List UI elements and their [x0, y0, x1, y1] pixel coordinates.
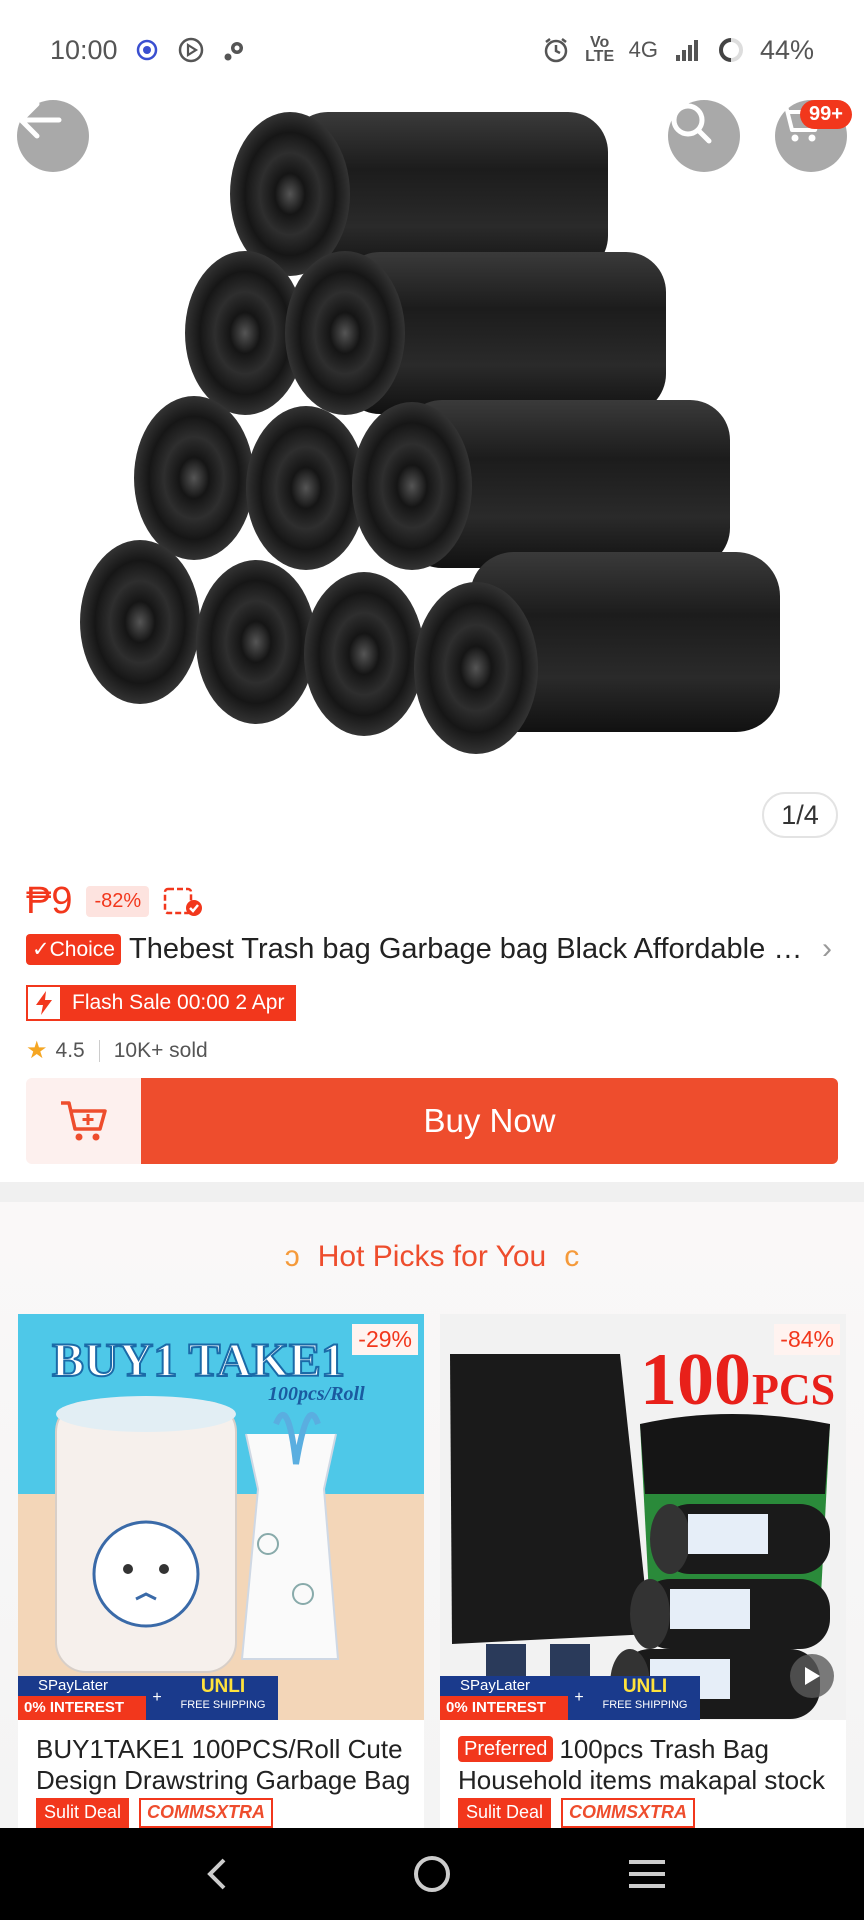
product-card-image: BUY1 TAKE1 100pcs/Roll	[18, 1314, 424, 1720]
svg-text:100pcs/Roll: 100pcs/Roll	[268, 1383, 365, 1405]
battery-icon	[716, 35, 746, 65]
product-title: Thebest Trash bag Garbage bag Black Affo…	[128, 932, 814, 965]
flash-sale-text: Flash Sale 00:00 2 Apr	[62, 986, 295, 1020]
flash-sale-banner[interactable]: Flash Sale 00:00 2 Apr	[26, 985, 297, 1021]
back-arrow-icon	[18, 101, 62, 139]
product-card-image: 100 PCS	[440, 1314, 846, 1720]
lightning-icon	[28, 986, 62, 1020]
card-discount: -84%	[774, 1324, 840, 1355]
product-card[interactable]: 100 PCS -84% SPayLater 0% INTEREST + UNL…	[440, 1314, 846, 1828]
commsxtra-tag: COMMSXTRA	[561, 1798, 696, 1828]
hot-picks-header: ↄ Hot Picks for You c	[0, 1240, 864, 1274]
unli-label: UNLI	[200, 1676, 246, 1697]
system-nav-bar	[0, 1828, 864, 1920]
paylater-label: SPayLater	[460, 1677, 531, 1694]
play-notification-icon	[176, 35, 206, 65]
network-type: 4G	[628, 37, 658, 62]
settings-notification-icon	[220, 35, 250, 65]
interest-label: 0% INTEREST	[18, 1696, 146, 1720]
svg-text:PCS: PCS	[752, 1365, 835, 1414]
swirl-left-icon: ↄ	[284, 1240, 300, 1273]
app-notification-icon	[132, 35, 162, 65]
paylater-label: SPayLater	[38, 1677, 109, 1694]
nav-recents-button[interactable]	[617, 1844, 677, 1904]
free-shipping-label: FREE SHIPPING	[602, 1699, 688, 1711]
product-price: ₱9	[26, 880, 73, 922]
swirl-right-icon: c	[564, 1240, 580, 1273]
status-time: 10:00	[50, 34, 118, 65]
nav-back-icon	[207, 1858, 226, 1890]
unli-label: UNLI	[622, 1676, 668, 1697]
sulit-deal-tag: Sulit Deal	[36, 1798, 130, 1828]
plus-icon: +	[146, 1676, 168, 1720]
volte-icon: Vo LTE	[585, 34, 615, 65]
product-title-row[interactable]: ✓Choice Thebest Trash bag Garbage bag Bl…	[26, 932, 842, 966]
battery-percent: 44%	[759, 34, 814, 65]
search-icon	[671, 103, 712, 144]
nav-home-button[interactable]	[402, 1844, 462, 1904]
promo-banner: SPayLater 0% INTEREST + UNLI FREE SHIPPI…	[440, 1676, 730, 1720]
card-discount: -29%	[352, 1324, 418, 1355]
nav-recents-icon	[628, 1860, 665, 1888]
card-tags: Sulit Deal COMMSXTRA	[36, 1798, 274, 1828]
discount-badge: -82%	[86, 886, 150, 917]
card-title: BUY1TAKE1 100PCS/Roll Cute Design Drawst…	[36, 1734, 411, 1795]
product-card[interactable]: BUY1 TAKE1 100pcs/Roll -29% SPayLater 0%…	[18, 1314, 424, 1828]
add-to-cart-button[interactable]	[26, 1078, 141, 1164]
alarm-icon	[541, 35, 571, 65]
rating-row[interactable]: ★ 4.5 10K+ sold	[26, 1036, 208, 1065]
choice-badge: ✓Choice	[26, 933, 121, 965]
price-row: ₱9 -82%	[26, 880, 203, 923]
commsxtra-tag: COMMSXTRA	[139, 1798, 274, 1828]
rating-value: 4.5	[55, 1038, 85, 1062]
preferred-badge: Preferred	[458, 1736, 554, 1762]
card-title: Preferred 100pcs Trash Bag Household item…	[458, 1734, 836, 1796]
signal-icon	[672, 35, 702, 65]
free-shipping-label: FREE SHIPPING	[180, 1699, 266, 1711]
chevron-right-icon: ›	[822, 932, 832, 965]
star-icon: ★	[26, 1037, 48, 1064]
hot-picks-title: Hot Picks for You	[317, 1240, 547, 1273]
svg-text:BUY1 TAKE1: BUY1 TAKE1	[52, 1334, 345, 1387]
voucher-check-icon	[163, 886, 203, 918]
sulit-deal-tag: Sulit Deal	[458, 1798, 552, 1828]
svg-text:100: 100	[640, 1339, 751, 1421]
nav-back-button[interactable]	[187, 1844, 247, 1904]
nav-home-icon	[413, 1856, 450, 1892]
promo-banner: SPayLater 0% INTEREST + UNLI FREE SHIPPI…	[18, 1676, 424, 1720]
plus-icon: +	[568, 1676, 590, 1720]
buy-bar: Buy Now	[26, 1078, 838, 1164]
hot-picks-section: ↄ Hot Picks for You c BUY1 TAKE1 100pcs/…	[0, 1202, 864, 1828]
video-play-icon[interactable]	[790, 1654, 834, 1698]
back-button[interactable]	[17, 100, 89, 172]
search-button[interactable]	[668, 100, 740, 172]
image-page-indicator: 1/4	[762, 792, 838, 838]
add-to-cart-icon	[60, 1101, 107, 1141]
interest-label: 0% INTEREST	[440, 1696, 568, 1720]
status-bar: 10:00 Vo LTE 4G 44%	[0, 0, 864, 100]
buy-now-button[interactable]: Buy Now	[141, 1078, 838, 1164]
card-tags: Sulit Deal COMMSXTRA	[458, 1798, 696, 1828]
cart-count-badge: 99+	[800, 100, 852, 129]
section-divider	[0, 1182, 864, 1202]
product-image[interactable]: 99+ 1/4	[0, 0, 864, 850]
divider	[98, 1039, 100, 1062]
sold-count: 10K+ sold	[113, 1038, 208, 1062]
